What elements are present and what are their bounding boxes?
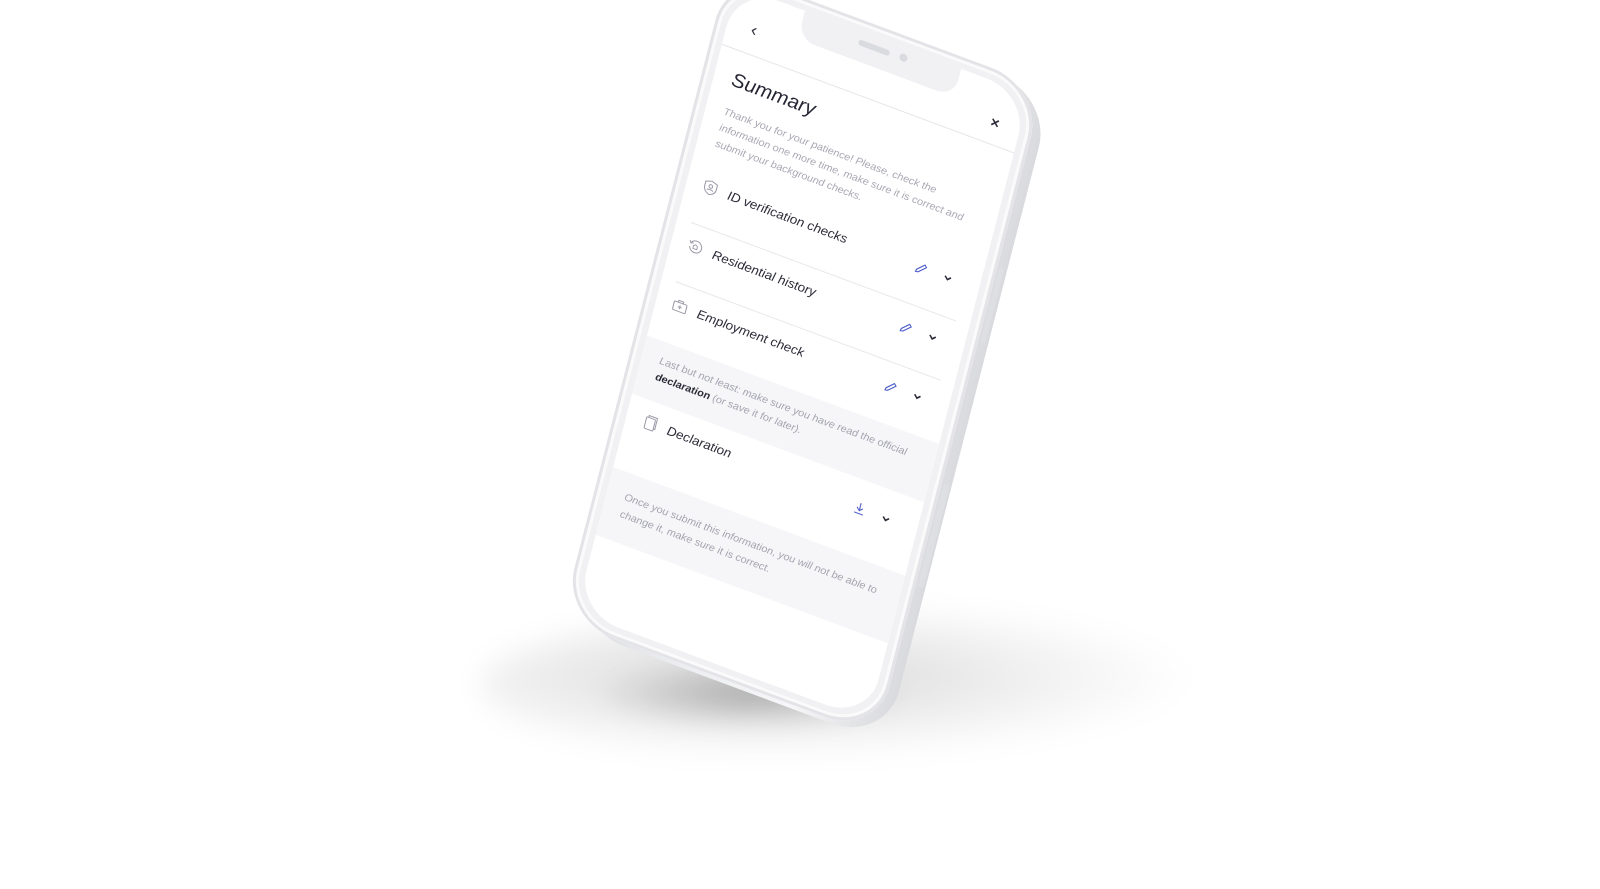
back-button[interactable]: ‹: [741, 16, 768, 45]
download-icon[interactable]: [851, 499, 868, 517]
summary-content: Summary Thank you for your patience! Ple…: [581, 44, 1014, 700]
check-label: ID verification checks: [726, 187, 849, 247]
scene: ‹ × Summary Thank you for your patience!…: [0, 0, 1600, 889]
history-icon: [689, 239, 703, 254]
briefcase-icon: [672, 299, 688, 315]
document-icon: [643, 414, 659, 432]
pencil-icon[interactable]: [883, 378, 900, 396]
chevron-down-icon[interactable]: [940, 270, 955, 286]
id-shield-icon: [703, 180, 719, 195]
speaker-grille: [857, 39, 891, 57]
front-camera: [898, 52, 909, 63]
chevron-down-icon[interactable]: [879, 511, 894, 527]
pencil-icon[interactable]: [898, 319, 915, 337]
chevron-down-icon[interactable]: [910, 389, 925, 405]
chevron-down-icon[interactable]: [925, 330, 940, 346]
close-button[interactable]: ×: [982, 109, 1009, 138]
declaration-label: Declaration: [665, 422, 733, 461]
pencil-icon[interactable]: [913, 259, 930, 277]
